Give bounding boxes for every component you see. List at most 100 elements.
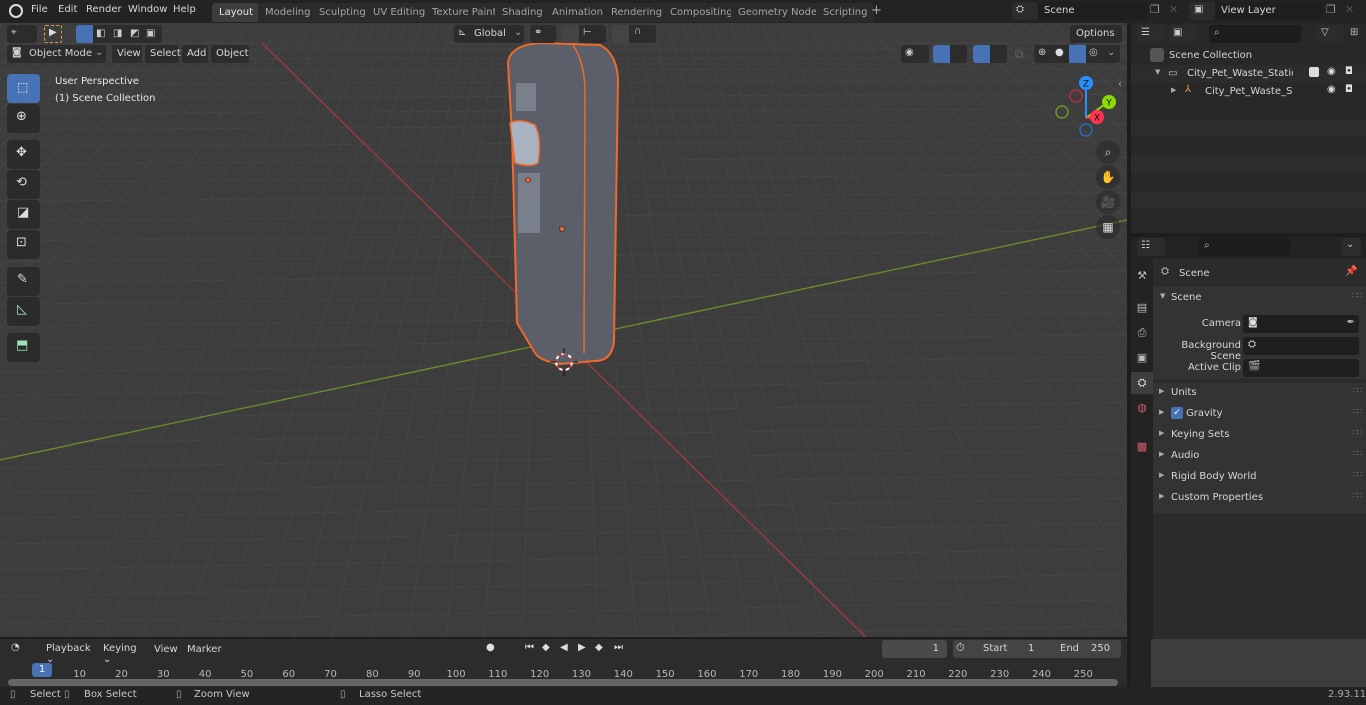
select-invert-button[interactable]: ◩: [130, 28, 139, 39]
background-scene-field[interactable]: ⛭: [1243, 337, 1359, 355]
proportional-editing-group[interactable]: ∩: [612, 25, 656, 43]
camera-render-icon[interactable]: ◘: [1345, 66, 1353, 77]
tab-modeling[interactable]: Modeling: [258, 3, 318, 22]
eyedropper-icon[interactable]: ✒: [1347, 317, 1355, 328]
wireframe-shading-icon[interactable]: ⊕: [1038, 47, 1046, 58]
output-tab-icon[interactable]: ⎙: [1132, 322, 1152, 344]
menu-edit[interactable]: Edit: [58, 4, 77, 15]
selected-object[interactable]: [506, 41, 620, 366]
playback-menu[interactable]: Playback ⌄: [40, 640, 96, 665]
add-workspace-button[interactable]: +: [871, 3, 882, 18]
delete-view-layer-icon[interactable]: ✕: [1345, 3, 1354, 16]
next-keyframe-icon[interactable]: ◆: [595, 642, 603, 653]
select-new-button[interactable]: [76, 25, 93, 43]
view-layer-tab-icon[interactable]: ▣: [1132, 347, 1152, 369]
falloff-curve-icon[interactable]: ∩: [634, 26, 641, 37]
xray-toggle-icon[interactable]: ⧉: [1015, 47, 1024, 62]
drag-grip-icon[interactable]: ∷∷: [1353, 386, 1362, 395]
chevron-down-icon[interactable]: ⌄: [1107, 47, 1115, 58]
view-layer-name-field[interactable]: View Layer: [1215, 2, 1323, 20]
copy-scene-icon[interactable]: ❐: [1150, 3, 1160, 16]
tool-tab-icon[interactable]: ⚒: [1132, 265, 1152, 287]
snap-target-icon[interactable]: ⊢: [583, 27, 592, 38]
snap-toggle-magnet-icon[interactable]: [562, 25, 579, 43]
tool-cursor[interactable]: ⊕: [7, 104, 40, 133]
marker-menu[interactable]: Marker: [187, 644, 222, 655]
tool-measure[interactable]: ◺: [7, 297, 40, 326]
menu-window[interactable]: Window: [128, 4, 167, 15]
tool-transform[interactable]: ⊡: [7, 230, 40, 259]
zoom-view-button[interactable]: ⌕: [1096, 140, 1120, 164]
sidebar-toggle-icon[interactable]: ‹: [1118, 79, 1122, 90]
end-frame-label[interactable]: End: [1060, 643, 1079, 654]
object-menu[interactable]: Object: [211, 45, 249, 63]
camera-field[interactable]: ◙ ✒: [1243, 315, 1359, 333]
outliner-search-input[interactable]: ⌕: [1209, 25, 1301, 43]
tool-scale[interactable]: ◪: [7, 200, 40, 229]
select-subtract-button[interactable]: ◨: [113, 28, 122, 39]
play-reverse-icon[interactable]: ◀: [560, 642, 568, 653]
display-mode-dropdown[interactable]: ▣: [1169, 25, 1196, 43]
stopwatch-icon[interactable]: ⏱: [956, 641, 965, 655]
pivot-point-dropdown[interactable]: ⚭: [530, 25, 556, 43]
select-menu[interactable]: Select: [145, 45, 181, 63]
drag-grip-icon[interactable]: ∷∷: [1353, 407, 1362, 416]
tool-move[interactable]: ✥: [7, 140, 40, 169]
tool-select-button[interactable]: ▶: [44, 25, 62, 43]
panel-units[interactable]: ▶ Units ∷∷: [1153, 383, 1365, 404]
expand-triangle-icon[interactable]: ▶: [1171, 86, 1176, 94]
properties-search-input[interactable]: ⌕: [1199, 238, 1291, 256]
tab-compositing[interactable]: Compositing: [663, 3, 740, 22]
gizmo-toggle[interactable]: [933, 45, 967, 63]
jump-end-icon[interactable]: ⏭: [614, 642, 623, 653]
start-frame-label[interactable]: Start: [983, 643, 1007, 654]
timeline-editor-type[interactable]: ◔: [7, 640, 35, 658]
eye-icon[interactable]: ◉: [1327, 66, 1336, 77]
filter-dropdown[interactable]: ▽: [1317, 25, 1343, 43]
start-frame-field[interactable]: 1: [1028, 643, 1034, 654]
current-frame-field[interactable]: 1: [882, 640, 947, 658]
overlay-icon[interactable]: [973, 45, 990, 63]
visibility-dropdown[interactable]: ◉: [901, 45, 929, 63]
outliner-row-collection[interactable]: ▼ ▭ City_Pet_Waste_Station_Glas ◉ ◘: [1131, 65, 1366, 83]
panel-rigid-body-world[interactable]: ▶ Rigid Body World ∷∷: [1153, 467, 1365, 488]
outliner-row-scene-collection[interactable]: Scene Collection: [1131, 47, 1366, 65]
camera-render-icon[interactable]: ◘: [1345, 84, 1353, 95]
eye-icon[interactable]: ◉: [1327, 84, 1336, 95]
drag-grip-icon[interactable]: ∷∷: [1353, 491, 1362, 500]
new-collection-icon[interactable]: ⊞: [1350, 27, 1358, 38]
view-layer-selector-button[interactable]: ▣: [1189, 2, 1215, 20]
view-menu[interactable]: View: [112, 45, 142, 63]
menu-render[interactable]: Render: [86, 4, 122, 15]
select-intersect-button[interactable]: ▣: [146, 28, 155, 39]
object-mode-dropdown[interactable]: ◙ Object Mode ⌄: [7, 45, 106, 63]
proportional-edit-toggle-icon[interactable]: [612, 25, 629, 43]
transform-orientation-dropdown[interactable]: ⊾ Global ⌄: [454, 25, 524, 43]
tab-rendering[interactable]: Rendering: [604, 3, 670, 22]
menu-file[interactable]: File: [31, 4, 48, 15]
panel-custom-properties[interactable]: ▶ Custom Properties ∷∷: [1153, 488, 1365, 509]
solid-shading-icon[interactable]: ●: [1055, 47, 1064, 58]
blender-logo-icon[interactable]: [9, 4, 23, 18]
options-dropdown[interactable]: Options ⌄: [1070, 25, 1122, 50]
tool-rotate[interactable]: ⟲: [7, 170, 40, 199]
properties-options-dropdown[interactable]: ⌄: [1341, 238, 1361, 256]
gravity-checkbox[interactable]: ✓: [1171, 407, 1183, 419]
menu-help[interactable]: Help: [173, 4, 196, 15]
scene-selector-button[interactable]: ⛭: [1012, 2, 1038, 20]
tool-add-cube[interactable]: ⬒: [7, 333, 40, 362]
3d-viewport[interactable]: Z Y X ⌖ ▶ ◧ ◨ ◩ ▣ ⊾ Global ⌄ ⚭ ⊢ ∩ Optio…: [0, 23, 1127, 637]
drag-grip-icon[interactable]: ∷∷: [1353, 470, 1362, 479]
exclude-checkbox[interactable]: [1309, 67, 1319, 77]
editor-type-button[interactable]: ⌖: [7, 25, 37, 43]
navigation-gizmo[interactable]: Z Y X: [1055, 76, 1116, 137]
play-icon[interactable]: ▶: [578, 642, 586, 653]
tab-texture-paint[interactable]: Texture Paint: [425, 3, 504, 22]
texture-tab-icon[interactable]: ▩: [1132, 436, 1152, 458]
timeline-scrollbar[interactable]: [8, 679, 1118, 686]
snapping-group[interactable]: ⊢: [562, 25, 606, 43]
drag-grip-icon[interactable]: ∷∷: [1353, 428, 1362, 437]
panel-audio[interactable]: ▶ Audio ∷∷: [1153, 446, 1365, 467]
end-frame-field[interactable]: 250: [1091, 643, 1110, 654]
tab-layout[interactable]: Layout: [212, 3, 260, 22]
